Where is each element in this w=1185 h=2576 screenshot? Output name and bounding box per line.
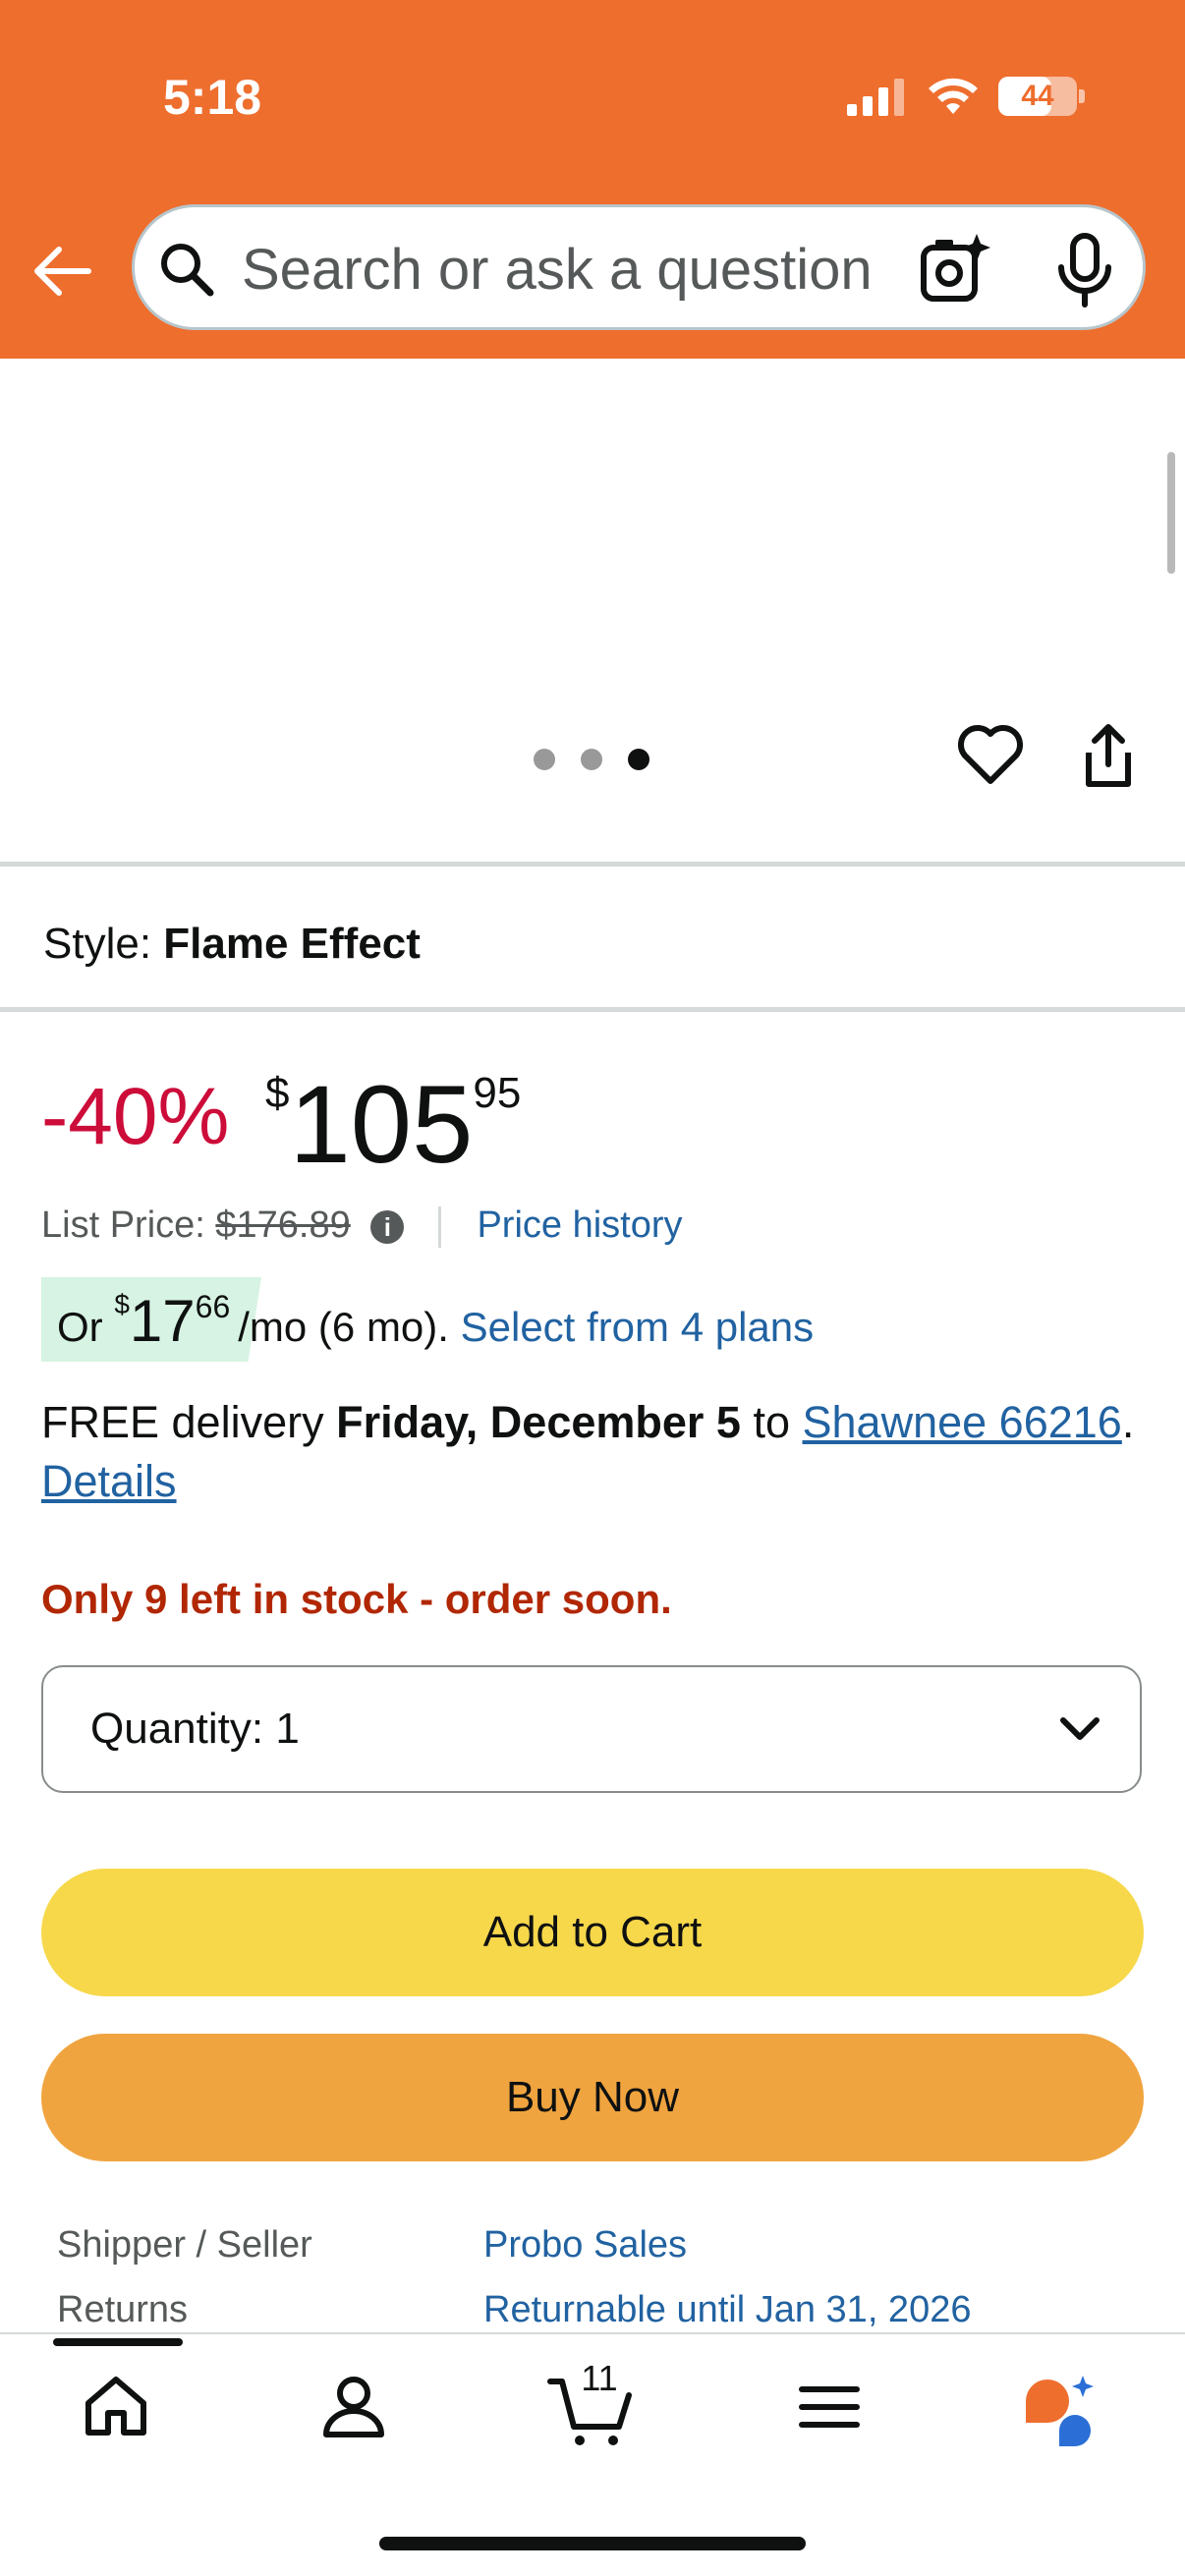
home-indicator [379,2537,806,2550]
stock-warning: Only 9 left in stock - order soon. [41,1576,672,1622]
quantity-dropdown[interactable]: Quantity: 1 [41,1665,1142,1793]
microphone-icon[interactable] [1047,230,1122,310]
heart-icon[interactable] [955,720,1026,791]
list-price-label: List Price: [41,1204,205,1246]
search-icon [161,244,214,297]
delivery-location-link[interactable]: Shawnee 66216 [803,1397,1122,1447]
divider [0,1007,1185,1012]
installment-suffix: /mo (6 mo). [238,1304,449,1350]
battery-icon: 44 [998,77,1077,116]
returns-label: Returns [57,2289,189,2330]
delivery-date: Friday, December 5 [336,1397,741,1447]
style-selector[interactable]: Style: Flame Effect [43,920,421,969]
nav-active-indicator [53,2338,183,2346]
delivery-prefix: FREE delivery [41,1397,324,1447]
discount-percentage: -40% [41,1072,230,1161]
price-history-link[interactable]: Price history [477,1204,682,1246]
price-fraction: 95 [473,1069,522,1117]
delivery-info: FREE delivery Friday, December 5 to Shaw… [41,1393,1152,1511]
status-time: 5:18 [163,70,262,125]
gallery-dot[interactable] [534,749,555,770]
scrollbar[interactable] [1167,452,1175,574]
rufus-assistant-icon[interactable] [1018,2372,1097,2450]
installment-row: Or $1766/mo (6 mo). Select from 4 plans [57,1287,814,1355]
price-whole: 105 [289,1063,474,1186]
buy-now-button[interactable]: Buy Now [41,2034,1144,2161]
quantity-label-text: Quantity: [90,1705,264,1753]
list-price-row: List Price: $176.89 i Price history [41,1204,683,1248]
battery-level: 44 [1021,80,1054,112]
price: $10595 [265,1061,521,1188]
select-plans-link[interactable]: Select from 4 plans [461,1304,815,1350]
quantity-label: Quantity: 1 [90,1705,300,1754]
wifi-icon [929,78,978,114]
info-icon[interactable]: i [370,1209,405,1244]
delivery-period: . [1121,1397,1135,1447]
gallery-dot[interactable] [581,749,602,770]
chevron-down-icon [1060,1717,1100,1740]
cart-icon[interactable] [546,2370,635,2450]
menu-icon[interactable] [790,2368,869,2446]
share-icon[interactable] [1073,721,1144,792]
home-icon[interactable] [77,2368,155,2446]
installment-whole: 17 [129,1288,196,1354]
camera-sparkle-icon[interactable] [918,232,992,307]
add-to-cart-button[interactable]: Add to Cart [41,1869,1144,1996]
style-label: Style: [43,920,152,968]
seller-link[interactable]: Probo Sales [483,2224,687,2267]
delivery-details-link[interactable]: Details [41,1456,177,1506]
account-icon[interactable] [314,2368,393,2446]
search-input[interactable] [242,232,920,307]
installment-fraction: 66 [195,1289,231,1324]
cellular-signal-icon [847,79,904,116]
separator [437,1205,441,1248]
gallery-dot-active[interactable] [628,749,649,770]
back-arrow-icon[interactable] [29,236,100,307]
installment-currency: $ [114,1289,130,1319]
installment-prefix: Or [57,1304,103,1350]
divider [0,862,1185,867]
style-value: Flame Effect [163,920,421,968]
battery-tip [1079,89,1085,103]
price-currency: $ [265,1069,290,1117]
shipper-seller-label: Shipper / Seller [57,2224,312,2266]
delivery-to: to [753,1397,790,1447]
quantity-value: 1 [275,1705,300,1753]
list-price-value: $176.89 [215,1204,351,1246]
returns-link[interactable]: Returnable until Jan 31, 2026 [483,2289,971,2331]
